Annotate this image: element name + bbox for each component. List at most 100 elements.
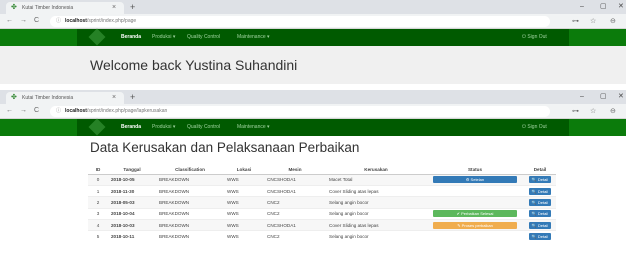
sign-out-link[interactable]: ⏻ Sign Out — [522, 119, 547, 136]
maximize-icon[interactable]: ▢ — [600, 1, 607, 13]
column-header: Detail — [524, 165, 556, 175]
close-window-icon[interactable]: ✕ — [618, 91, 624, 103]
brand-logo-icon[interactable] — [88, 118, 106, 136]
cell-detail: 🔍 Detail — [524, 230, 556, 243]
site-info-icon[interactable]: ⓘ — [56, 108, 61, 114]
minimize-icon[interactable]: – — [580, 1, 584, 13]
navbar-container: Beranda Produksi ▾ Quality Control Maint… — [77, 118, 569, 136]
cell-lokasi: WWS — [224, 173, 264, 186]
brand-logo-icon[interactable] — [88, 28, 106, 46]
cell-detail: 🔍 Detail — [524, 184, 556, 197]
back-icon[interactable]: ← — [6, 106, 13, 116]
tab-title: Kutai Timber Indonesia — [22, 95, 74, 101]
new-tab-button[interactable]: + — [130, 91, 135, 103]
tab-bar: ✤ Kutai Timber Indonesia × + – ▢ ✕ — [0, 90, 626, 104]
minimize-icon[interactable]: – — [580, 91, 584, 103]
forward-icon[interactable]: → — [20, 16, 27, 26]
cell-id: 4 — [88, 219, 108, 231]
reload-icon[interactable]: C — [34, 16, 39, 26]
cell-status: ✎ Proses perbaikan — [426, 219, 524, 231]
cell-lokasi: WWS — [224, 219, 264, 231]
nav-beranda[interactable]: Beranda — [121, 119, 141, 136]
cell-classification: BREAKDOWN — [156, 207, 224, 220]
table-row: 5 2018-10-11 BREAKDOWN WWS CNC2 Selang a… — [88, 230, 556, 243]
cell-mesin: CNCSHODA1 — [264, 184, 326, 197]
nav-quality-control[interactable]: Quality Control — [187, 119, 220, 136]
cell-detail: 🔍 Detail — [524, 219, 556, 231]
star-icon[interactable]: ☆ — [590, 106, 596, 117]
app-navbar: Beranda Produksi ▾ Quality Control Maint… — [0, 118, 626, 136]
site-info-icon[interactable]: ⓘ — [56, 18, 61, 24]
status-badge[interactable]: ✎ Proses perbaikan — [433, 221, 517, 229]
maximize-icon[interactable]: ▢ — [600, 91, 607, 103]
url-input[interactable]: ⓘ localhost/sprint/index.php/page/lapkeru… — [50, 106, 550, 117]
cell-lokasi: WWS — [224, 207, 264, 220]
cell-lokasi: WWS — [224, 230, 264, 243]
cell-mesin: CNCSHODA1 — [264, 173, 326, 186]
status-badge[interactable]: ✔ Perbaikan Selesai — [433, 210, 517, 218]
star-icon[interactable]: ☆ — [590, 16, 596, 27]
url-input[interactable]: ⓘ localhost/sprint/index.php/page — [50, 16, 550, 27]
cell-lokasi: WWS — [224, 184, 264, 197]
tab-title: Kutai Timber Indonesia — [22, 5, 74, 11]
cell-id: 0 — [88, 173, 108, 186]
navbar-container: Beranda Produksi ▾ Quality Control Maint… — [77, 28, 569, 46]
tab-close-icon[interactable]: × — [112, 93, 116, 102]
nav-maintenance[interactable]: Maintenance ▾ — [237, 119, 270, 136]
url-host: localhost — [65, 108, 87, 114]
cell-status: ✔ Perbaikan Selesai — [426, 207, 524, 220]
column-header: Status — [426, 165, 524, 175]
nav-produksi[interactable]: Produksi ▾ — [152, 29, 175, 46]
detail-button[interactable]: 🔍 Detail — [529, 233, 551, 241]
cell-classification: BREAKDOWN — [156, 219, 224, 231]
cell-classification: BREAKDOWN — [156, 184, 224, 197]
account-icon[interactable]: ⊖ — [610, 16, 616, 27]
cell-kerusakan: Selang angin bocor — [326, 230, 426, 243]
nav-maintenance[interactable]: Maintenance ▾ — [237, 29, 270, 46]
sign-out-link[interactable]: ⏻ Sign Out — [522, 29, 547, 46]
cell-tanggal: 2018-10-11 — [108, 230, 156, 243]
cell-status — [426, 230, 524, 243]
kerusakan-table: ID Tanggal Classification Lokasi Mesin K… — [88, 165, 556, 243]
column-header: Kerusakan — [326, 165, 426, 175]
detail-button[interactable]: 🔍 Detail — [529, 221, 551, 229]
key-icon[interactable]: ⊶ — [572, 16, 579, 27]
browser-window-kerusakan: ✤ Kutai Timber Indonesia × + – ▢ ✕ ← → C… — [0, 90, 626, 263]
account-icon[interactable]: ⊖ — [610, 106, 616, 117]
url-path: /sprint/index.php/page — [86, 18, 137, 24]
table-header-row: ID Tanggal Classification Lokasi Mesin K… — [88, 165, 556, 175]
welcome-message: Welcome back Yustina Suhandini — [90, 57, 298, 73]
tab-close-icon[interactable]: × — [112, 3, 116, 12]
browser-tab[interactable]: ✤ Kutai Timber Indonesia × — [6, 92, 124, 104]
cell-status: ⚙ Setelan — [426, 173, 524, 186]
table-row: 2 2018-05-03 BREAKDOWN WWS CNC2 Selang a… — [88, 196, 556, 209]
detail-button[interactable]: 🔍 Detail — [529, 210, 551, 218]
cell-kerusakan: Cover Sliding atas lepas — [326, 184, 426, 197]
nav-quality-control[interactable]: Quality Control — [187, 29, 220, 46]
reload-icon[interactable]: C — [34, 106, 39, 116]
browser-tab[interactable]: ✤ Kutai Timber Indonesia × — [6, 2, 124, 14]
detail-button[interactable]: 🔍 Detail — [529, 176, 551, 184]
status-badge[interactable]: ⚙ Setelan — [433, 176, 517, 184]
column-header: Tanggal — [108, 165, 156, 175]
address-bar-row: ← → C ⓘ localhost/sprint/index.php/page ⊶… — [0, 14, 626, 29]
cell-kerusakan: Macet Total — [326, 173, 426, 186]
close-window-icon[interactable]: ✕ — [618, 1, 624, 13]
cell-mesin: CNC2 — [264, 207, 326, 220]
new-tab-button[interactable]: + — [130, 1, 135, 13]
url-path: /sprint/index.php/page/lapkerusakan — [86, 108, 168, 114]
tab-bar: ✤ Kutai Timber Indonesia × + – ▢ ✕ — [0, 0, 626, 14]
table-row: 4 2018-10-03 BREAKDOWN WWS CNCSHODA1 Cov… — [88, 219, 556, 231]
forward-icon[interactable]: → — [20, 106, 27, 116]
nav-beranda[interactable]: Beranda — [121, 29, 141, 46]
nav-produksi[interactable]: Produksi ▾ — [152, 119, 175, 136]
cell-lokasi: WWS — [224, 196, 264, 209]
cell-mesin: CNC2 — [264, 230, 326, 243]
back-icon[interactable]: ← — [6, 16, 13, 26]
cell-classification: BREAKDOWN — [156, 196, 224, 209]
column-header: ID — [88, 165, 108, 175]
detail-button[interactable]: 🔍 Detail — [529, 198, 551, 206]
key-icon[interactable]: ⊶ — [572, 106, 579, 117]
detail-button[interactable]: 🔍 Detail — [529, 187, 551, 195]
cell-detail: 🔍 Detail — [524, 207, 556, 220]
